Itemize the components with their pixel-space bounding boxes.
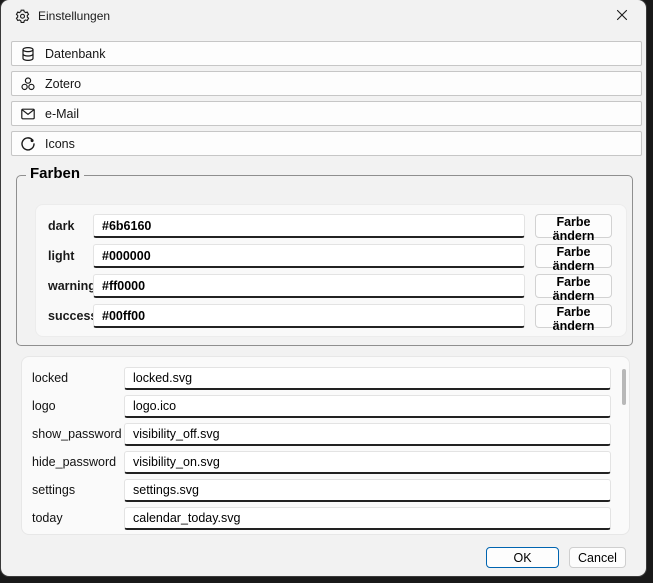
close-icon (616, 9, 628, 21)
icon-rows: locked logo show_password hide_password … (22, 364, 629, 532)
icon-row-label: settings (32, 483, 124, 497)
title-bar: Einstellungen (1, 0, 646, 32)
section-label: e-Mail (45, 107, 79, 121)
vertical-scrollbar-thumb[interactable] (622, 369, 626, 405)
color-row-label: light (48, 249, 93, 263)
icon-row: hide_password (22, 448, 629, 476)
icon-row-label: logo (32, 399, 124, 413)
icon-row: settings (22, 476, 629, 504)
ok-button[interactable]: OK (486, 547, 559, 568)
change-color-button[interactable]: Farbe ändern (535, 214, 612, 238)
window-title: Einstellungen (38, 9, 110, 23)
icon-row-label: show_password (32, 427, 124, 441)
zotero-icon (20, 76, 36, 92)
section-button-icons[interactable]: Icons (11, 131, 642, 156)
color-row: dark Farbe ändern (36, 211, 626, 241)
icon-row-label: today (32, 511, 124, 525)
colors-groupbox-title: Farben (26, 165, 84, 182)
icon-file-input[interactable] (124, 423, 611, 446)
icon-file-input[interactable] (124, 367, 611, 390)
icon-row: today (22, 504, 629, 532)
section-label: Icons (45, 137, 75, 151)
database-icon (20, 46, 36, 62)
icon-row: show_password (22, 420, 629, 448)
section-button-zotero[interactable]: Zotero (11, 71, 642, 96)
refresh-icon (20, 136, 36, 152)
mail-icon (20, 106, 36, 122)
color-value-input[interactable] (93, 304, 525, 328)
settings-dialog: Einstellungen Datenbank Zotero e-Mail Icons… (1, 0, 646, 576)
color-row-label: warning (48, 279, 93, 293)
icon-file-input[interactable] (124, 395, 611, 418)
color-row: warning Farbe ändern (36, 271, 626, 301)
color-row-label: dark (48, 219, 93, 233)
change-color-button[interactable]: Farbe ändern (535, 244, 612, 268)
icons-panel: locked logo show_password hide_password … (21, 356, 630, 535)
colors-panel: dark Farbe ändern light Farbe ändern war… (35, 204, 627, 337)
icon-file-input[interactable] (124, 451, 611, 474)
close-button[interactable] (601, 0, 643, 30)
change-color-button[interactable]: Farbe ändern (535, 274, 612, 298)
color-row: light Farbe ändern (36, 241, 626, 271)
change-color-button[interactable]: Farbe ändern (535, 304, 612, 328)
color-value-input[interactable] (93, 214, 525, 238)
icon-row-label: locked (32, 371, 124, 385)
cancel-button[interactable]: Cancel (569, 547, 626, 568)
gear-icon (15, 9, 30, 24)
colors-groupbox: Farben dark Farbe ändern light Farbe änd… (16, 175, 633, 346)
icon-row: logo (22, 392, 629, 420)
color-row: success Farbe ändern (36, 301, 626, 331)
color-value-input[interactable] (93, 274, 525, 298)
section-button-datenbank[interactable]: Datenbank (11, 41, 642, 66)
section-label: Zotero (45, 77, 81, 91)
icon-row: locked (22, 364, 629, 392)
icon-file-input[interactable] (124, 507, 611, 530)
section-label: Datenbank (45, 47, 105, 61)
color-row-label: success (48, 309, 93, 323)
color-value-input[interactable] (93, 244, 525, 268)
icon-row-label: hide_password (32, 455, 124, 469)
icon-file-input[interactable] (124, 479, 611, 502)
section-button-email[interactable]: e-Mail (11, 101, 642, 126)
